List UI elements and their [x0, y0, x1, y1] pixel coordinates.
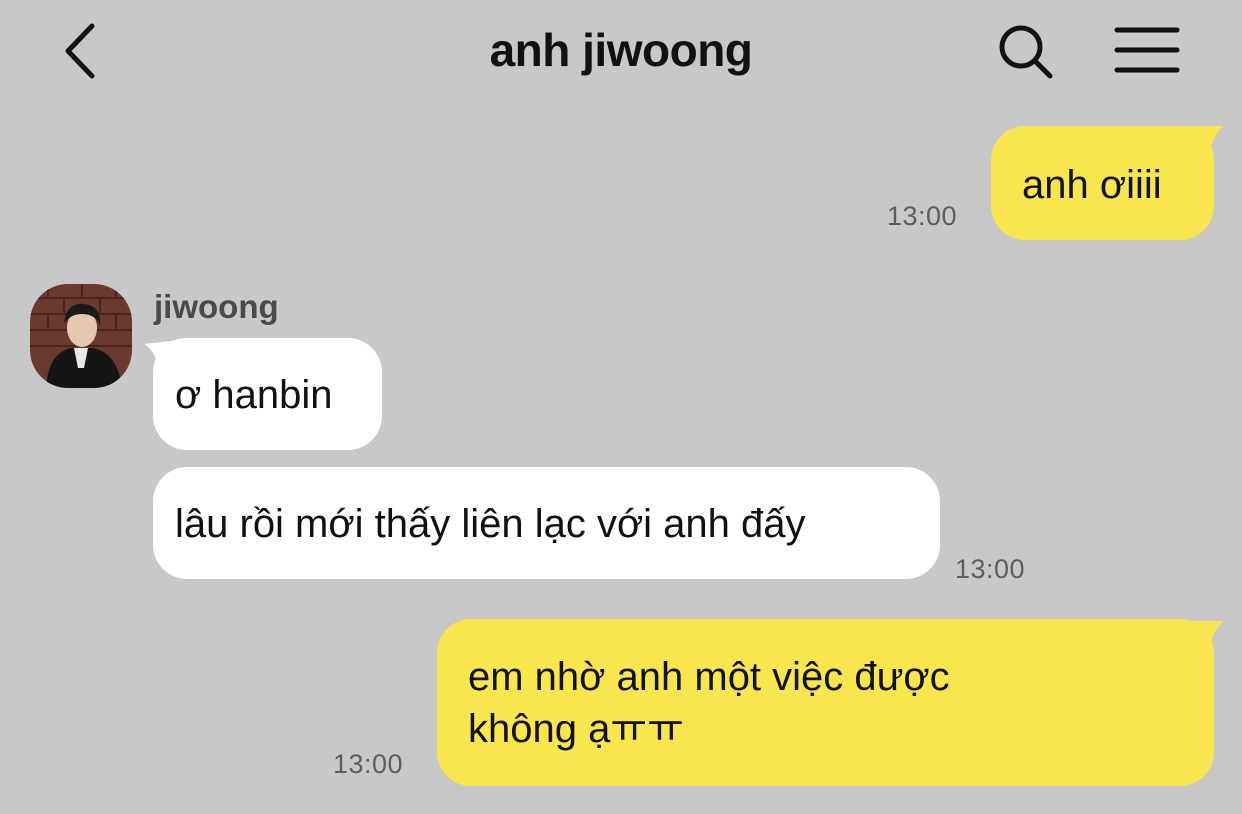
menu-button[interactable] [1114, 26, 1180, 76]
outgoing-message-bubble[interactable]: anh ơiiii [991, 126, 1214, 240]
message-text: lâu rồi mới thấy liên lạc với anh đấy [175, 502, 806, 546]
incoming-message-bubble[interactable]: lâu rồi mới thấy liên lạc với anh đấy [153, 467, 940, 579]
chat-header: anh jiwoong [0, 0, 1242, 105]
message-text: anh ơiiii [1022, 163, 1162, 207]
outgoing-message-bubble[interactable]: em nhờ anh một việc được không ạㅠㅠ [437, 619, 1214, 786]
message-text-line: không ạㅠㅠ [468, 707, 684, 751]
bubble-tail [1188, 126, 1224, 166]
hamburger-menu-icon [1114, 27, 1180, 73]
message-text: ơ hanbin [175, 373, 333, 417]
sender-name: jiwoong [154, 288, 279, 325]
bubble-tail [144, 340, 180, 380]
message-timestamp: 13:00 [887, 201, 958, 231]
message-timestamp: 13:00 [333, 749, 404, 779]
search-icon [999, 25, 1053, 79]
search-button[interactable] [996, 22, 1056, 82]
message-text-line: em nhờ anh một việc được [468, 655, 950, 699]
bubble-tail [1188, 621, 1224, 661]
message-timestamp: 13:00 [955, 554, 1026, 584]
incoming-message-bubble[interactable]: ơ hanbin [153, 338, 382, 450]
contact-avatar[interactable] [30, 284, 132, 388]
avatar-photo [30, 284, 132, 388]
